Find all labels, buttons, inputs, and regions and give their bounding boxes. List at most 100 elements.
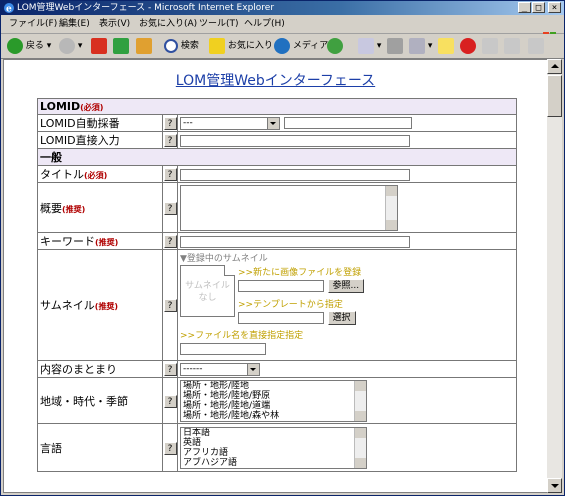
tool-button-3[interactable] xyxy=(528,37,544,55)
list-option[interactable]: アブハジア語 xyxy=(181,458,366,468)
home-button[interactable] xyxy=(136,37,152,55)
menu-favorites[interactable]: お気に入り(A) xyxy=(139,15,197,33)
chevron-down-icon xyxy=(247,363,259,375)
row-thumbnail: サムネイル (推奨) ? ▼登録中のサムネイル サムネイル なし >>新たに画像ファ… xyxy=(37,249,517,361)
registered-thumbnail-heading[interactable]: ▼登録中のサムネイル xyxy=(180,251,514,264)
section-header: LOMID(必須) xyxy=(37,98,517,115)
help-button[interactable]: ? xyxy=(163,299,177,312)
page-scrollbar[interactable] xyxy=(547,59,562,493)
title-input[interactable] xyxy=(180,168,410,181)
menu-help[interactable]: ヘルプ(H) xyxy=(244,15,285,33)
scroll-up-arrow-icon[interactable] xyxy=(386,185,397,196)
search-label: 検索 xyxy=(180,41,199,51)
list-option[interactable]: 場所・地形/陸地/森や林 xyxy=(181,411,366,421)
select-button[interactable]: 選択 xyxy=(327,311,356,325)
scroll-thumb[interactable] xyxy=(547,75,562,117)
list-option[interactable]: アフリカ語 xyxy=(181,448,366,458)
back-button[interactable]: 戻る ▾ xyxy=(7,37,51,55)
field-label: LOMID直接入力 xyxy=(37,131,163,149)
lom-form: LOMID(必須) LOMID自動採番 ? --- LOMID直接入力 ? 一般… xyxy=(37,98,517,472)
minimize-button[interactable]: _ xyxy=(518,2,531,13)
scroll-down-arrow-icon[interactable] xyxy=(355,410,366,421)
page-title[interactable]: LOM管理Webインターフェース xyxy=(4,70,547,90)
section-lomid: LOMID(必須) xyxy=(37,98,517,115)
aggregation-select[interactable]: ------ xyxy=(180,362,260,376)
list-option[interactable]: 場所・地形/陸地/道端 xyxy=(181,401,366,411)
lomid-direct-input[interactable] xyxy=(180,134,410,147)
list-option[interactable]: 英語 xyxy=(181,438,366,448)
listbox-scrollbar[interactable] xyxy=(354,380,366,421)
image-file-input[interactable] xyxy=(238,280,324,292)
thumbnail-placeholder-line1: サムネイル xyxy=(185,281,230,291)
list-option[interactable]: 場所・地形/陸地 xyxy=(181,381,366,391)
search-button[interactable]: 検索 xyxy=(164,37,199,55)
browse-button[interactable]: 参照... xyxy=(327,279,365,293)
tool-button-2[interactable] xyxy=(504,37,520,55)
keyword-input[interactable] xyxy=(180,235,410,248)
upload-row: 参照... xyxy=(238,279,365,293)
help-button[interactable]: ? xyxy=(163,168,177,181)
stop-button[interactable] xyxy=(91,37,107,55)
scroll-down-arrow-icon[interactable] xyxy=(547,478,562,493)
maximize-button[interactable]: □ xyxy=(532,2,545,13)
forward-button[interactable]: ▾ xyxy=(59,37,82,55)
row-aggregation: 内容のまとまり ? ------ xyxy=(37,360,517,378)
recommended-mark: (推奨) xyxy=(94,302,119,311)
list-option[interactable]: 日本語 xyxy=(181,428,366,438)
recommended-mark: (推奨) xyxy=(62,204,86,214)
help-button[interactable]: ? xyxy=(163,235,177,248)
ie-icon: e xyxy=(4,3,14,14)
direct-filename-link[interactable]: >>ファイル名を直接指定指定 xyxy=(180,328,303,341)
help-button[interactable]: ? xyxy=(163,441,177,455)
field-cell: ▼登録中のサムネイル サムネイル なし >>新たに画像ファイルを登録 参照... … xyxy=(177,249,517,361)
help-cell: ? xyxy=(162,249,178,361)
discuss-button[interactable] xyxy=(438,37,454,55)
favorites-button[interactable]: お気に入り xyxy=(209,37,273,55)
scroll-down-arrow-icon[interactable] xyxy=(355,457,366,468)
info-button[interactable] xyxy=(460,37,476,55)
tool-button-1[interactable] xyxy=(482,37,498,55)
menu-tools[interactable]: ツール(T) xyxy=(199,15,239,33)
help-button[interactable]: ? xyxy=(163,363,177,376)
refresh-button[interactable] xyxy=(113,37,129,55)
help-button[interactable]: ? xyxy=(163,394,177,408)
menu-file[interactable]: ファイル(F) xyxy=(9,15,57,33)
help-cell: ? xyxy=(162,114,178,132)
row-direct-input: LOMID直接入力 ? xyxy=(37,131,517,149)
recommended-mark: (推奨) xyxy=(95,238,119,247)
scroll-up-arrow-icon[interactable] xyxy=(547,59,562,74)
search-icon xyxy=(164,38,178,53)
media-button[interactable]: メディア xyxy=(274,37,328,55)
scroll-up-arrow-icon[interactable] xyxy=(355,427,366,438)
textarea-scrollbar[interactable] xyxy=(385,185,397,230)
menu-view[interactable]: 表示(V) xyxy=(99,15,130,33)
listbox-scrollbar[interactable] xyxy=(354,427,366,468)
template-input[interactable] xyxy=(238,312,324,324)
close-button[interactable]: × xyxy=(548,2,561,13)
lomid-auto-number-input[interactable] xyxy=(283,117,412,130)
field-cell xyxy=(177,131,517,149)
scroll-down-arrow-icon[interactable] xyxy=(386,219,397,230)
field-cell: --- xyxy=(177,114,517,132)
history-button[interactable] xyxy=(327,37,343,55)
language-listbox[interactable]: 日本語 英語 アフリカ語 アブハジア語 xyxy=(180,426,367,469)
new-image-upload-link[interactable]: >>新たに画像ファイルを登録 xyxy=(238,265,361,278)
help-button[interactable]: ? xyxy=(163,134,177,147)
scroll-up-arrow-icon[interactable] xyxy=(355,380,366,391)
edit-button[interactable]: ▾ xyxy=(409,37,432,55)
print-icon xyxy=(387,37,403,54)
help-button[interactable]: ? xyxy=(163,201,177,215)
row-auto-number: LOMID自動採番 ? --- xyxy=(37,114,517,132)
filename-input[interactable] xyxy=(180,343,266,355)
template-link[interactable]: >>テンプレートから指定 xyxy=(238,297,343,310)
lomid-auto-number-select[interactable]: --- xyxy=(180,116,280,130)
list-option[interactable]: 場所・地形/陸地/野原 xyxy=(181,391,366,401)
row-title: タイトル(必須) ? xyxy=(37,165,517,183)
help-button[interactable]: ? xyxy=(163,117,177,130)
mail-button[interactable]: ▾ xyxy=(358,37,381,55)
description-textarea[interactable] xyxy=(180,184,398,231)
coverage-listbox[interactable]: 場所・地形/陸地 場所・地形/陸地/野原 場所・地形/陸地/道端 場所・地形/陸… xyxy=(180,379,367,422)
print-button[interactable] xyxy=(387,37,403,55)
menu-edit[interactable]: 編集(E) xyxy=(59,15,90,33)
document-icon xyxy=(504,37,520,54)
